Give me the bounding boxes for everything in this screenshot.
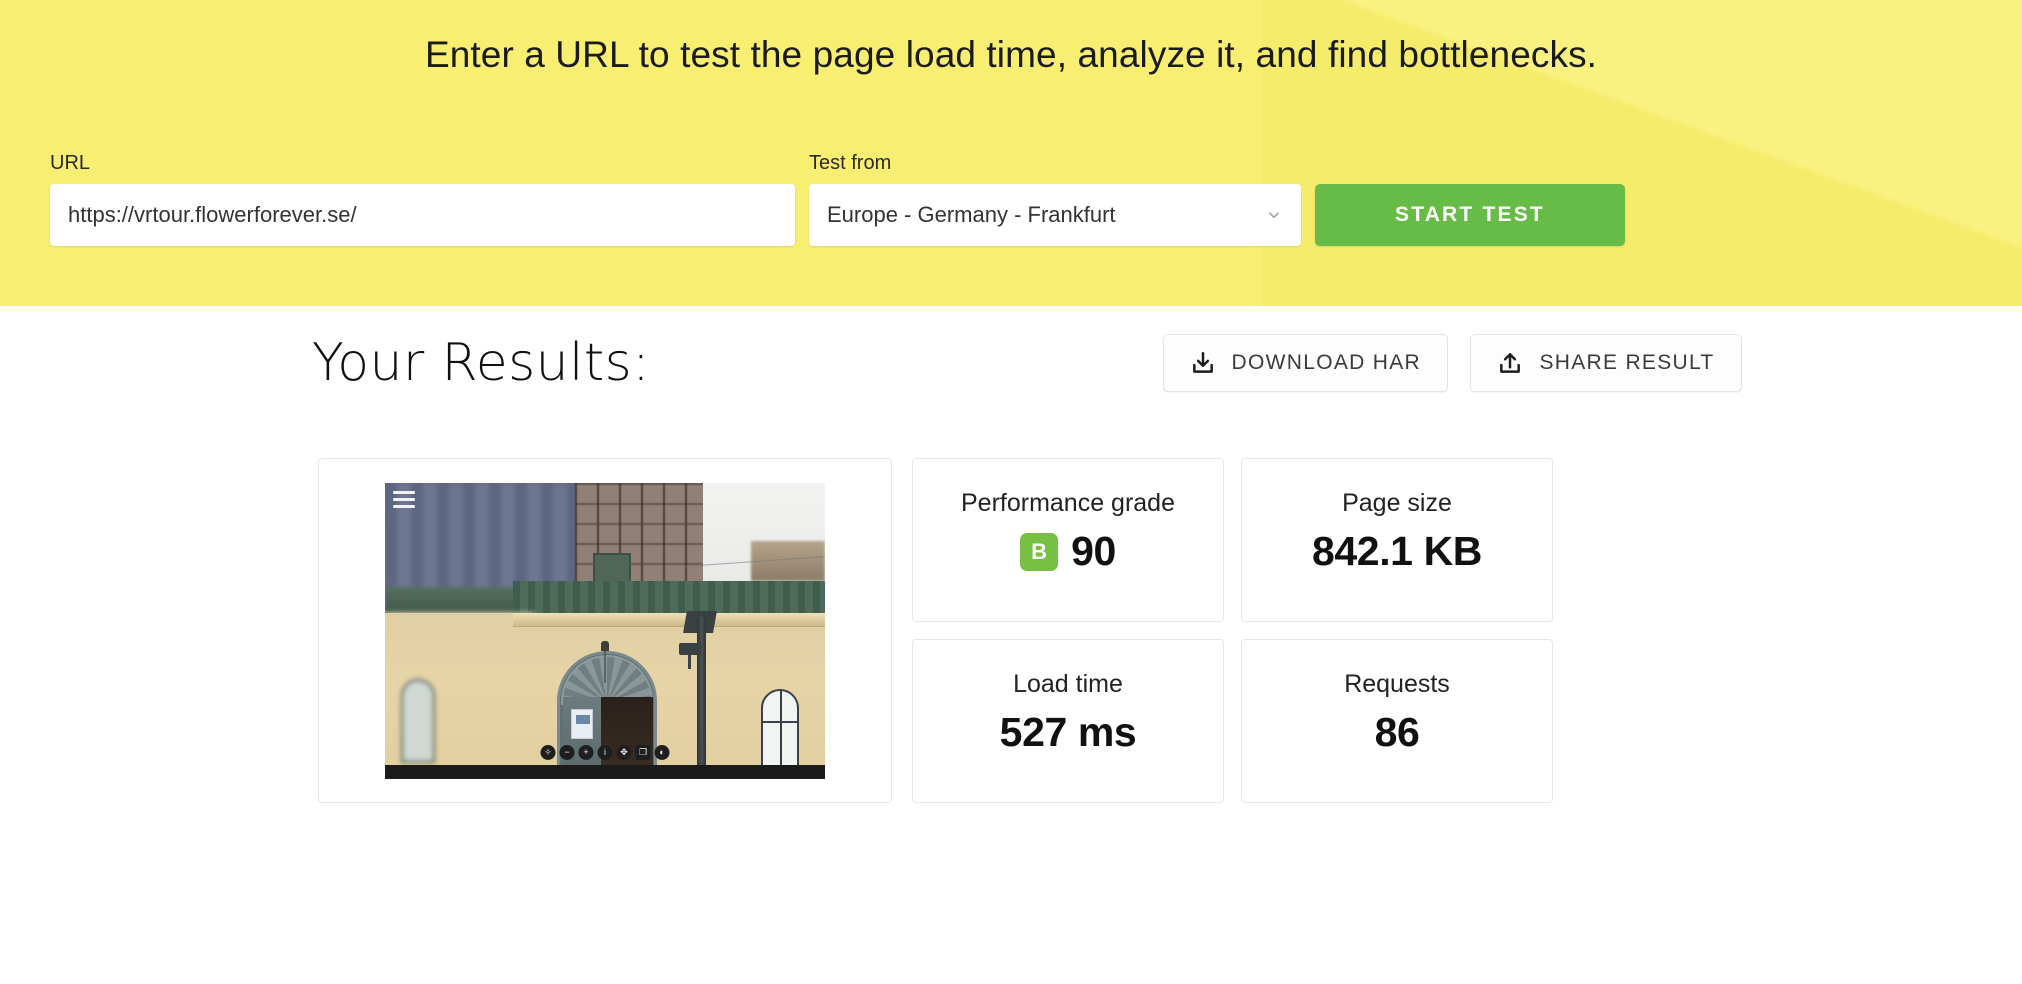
pan-icon[interactable]: ✥ — [616, 744, 632, 760]
zoom-in-icon[interactable]: + — [578, 744, 594, 760]
facade-cornice — [513, 612, 825, 627]
drain-downpipe — [697, 616, 706, 779]
wall-mounted-light — [679, 642, 701, 669]
site-screenshot-card[interactable]: ✧ − + i ✥ ❐ ◐ — [318, 458, 892, 803]
page-title: Your Results: — [312, 333, 651, 393]
roof-left-section — [385, 586, 517, 613]
door-poster — [571, 708, 593, 739]
info-icon[interactable]: i — [597, 744, 613, 760]
status-badge: B — [1020, 532, 1059, 571]
download-har-button[interactable]: DOWNLOAD HAR — [1162, 334, 1448, 392]
window-right — [761, 688, 799, 769]
metric-card-load-time: Load time 527 ms — [912, 639, 1224, 803]
metric-card-page-size: Page size 842.1 KB — [1241, 458, 1553, 622]
hamburger-bar — [393, 497, 415, 501]
move-icon[interactable]: ✧ — [540, 744, 556, 760]
hamburger-bar — [393, 504, 415, 508]
metric-label: Load time — [1013, 670, 1123, 698]
fullscreen-icon[interactable]: ❐ — [635, 744, 651, 760]
results-header: Your Results: DOWNLOAD HAR SHARE RESULT — [312, 333, 1742, 393]
download-har-label: DOWNLOAD HAR — [1231, 351, 1421, 374]
metric-value-row: 86 — [1375, 709, 1420, 756]
metric-value-row: 842.1 KB — [1312, 528, 1482, 575]
metric-value: 90 — [1071, 528, 1116, 574]
metric-value: 86 — [1374, 709, 1420, 755]
site-screenshot-thumbnail: ✧ − + i ✥ ❐ ◐ — [385, 482, 825, 779]
metric-label: Page size — [1342, 489, 1452, 517]
share-result-label: SHARE RESULT — [1539, 351, 1715, 374]
entrance-lamp-stem — [604, 648, 606, 683]
metrics-grid: Performance grade B 90 Page size 842.1 K… — [912, 458, 1553, 803]
upload-share-icon — [1500, 353, 1521, 373]
metric-label: Requests — [1344, 670, 1450, 698]
ground-strip — [385, 764, 825, 779]
metric-value: 527 ms — [999, 709, 1137, 755]
metric-card-requests: Requests 86 — [1241, 639, 1553, 803]
metric-value-row: B 90 — [1020, 528, 1116, 575]
location-select[interactable]: Europe - Germany - Frankfurt — [809, 184, 1301, 246]
location-field-label: Test from — [809, 152, 892, 174]
location-select-value: Europe - Germany - Frankfurt — [827, 202, 1116, 227]
download-icon — [1192, 352, 1213, 373]
url-input[interactable] — [50, 184, 795, 246]
hamburger-menu-icon[interactable] — [393, 490, 415, 508]
vr-viewer-toolbar[interactable]: ✧ − + i ✥ ❐ ◐ — [539, 743, 672, 762]
window-left — [401, 678, 435, 763]
location-field-group: Test from Europe - Germany - Frankfurt — [809, 152, 1301, 246]
url-field-group: URL — [50, 152, 795, 246]
hamburger-bar — [393, 490, 415, 494]
share-result-button[interactable]: SHARE RESULT — [1470, 334, 1742, 392]
chevron-down-icon — [1268, 212, 1280, 219]
contrast-icon[interactable]: ◐ — [654, 744, 670, 760]
metric-value-row: 527 ms — [1000, 709, 1137, 756]
test-form: URL Test from Europe - Germany - Frankfu… — [50, 152, 1972, 246]
page-headline: Enter a URL to test the page load time, … — [424, 34, 1598, 75]
metric-value: 842.1 KB — [1311, 528, 1482, 574]
zoom-out-icon[interactable]: − — [559, 744, 575, 760]
green-metal-roof — [513, 580, 825, 617]
hero-banner: Enter a URL to test the page load time, … — [0, 0, 2022, 306]
metric-label: Performance grade — [960, 489, 1175, 517]
start-test-button[interactable]: START TEST — [1315, 184, 1625, 246]
metric-card-performance-grade: Performance grade B 90 — [912, 458, 1224, 622]
url-field-label: URL — [50, 152, 91, 174]
results-grid: ✧ − + i ✥ ❐ ◐ Performance grade B 90 Pag… — [318, 458, 1742, 803]
results-actions: DOWNLOAD HAR SHARE RESULT — [1162, 334, 1742, 392]
